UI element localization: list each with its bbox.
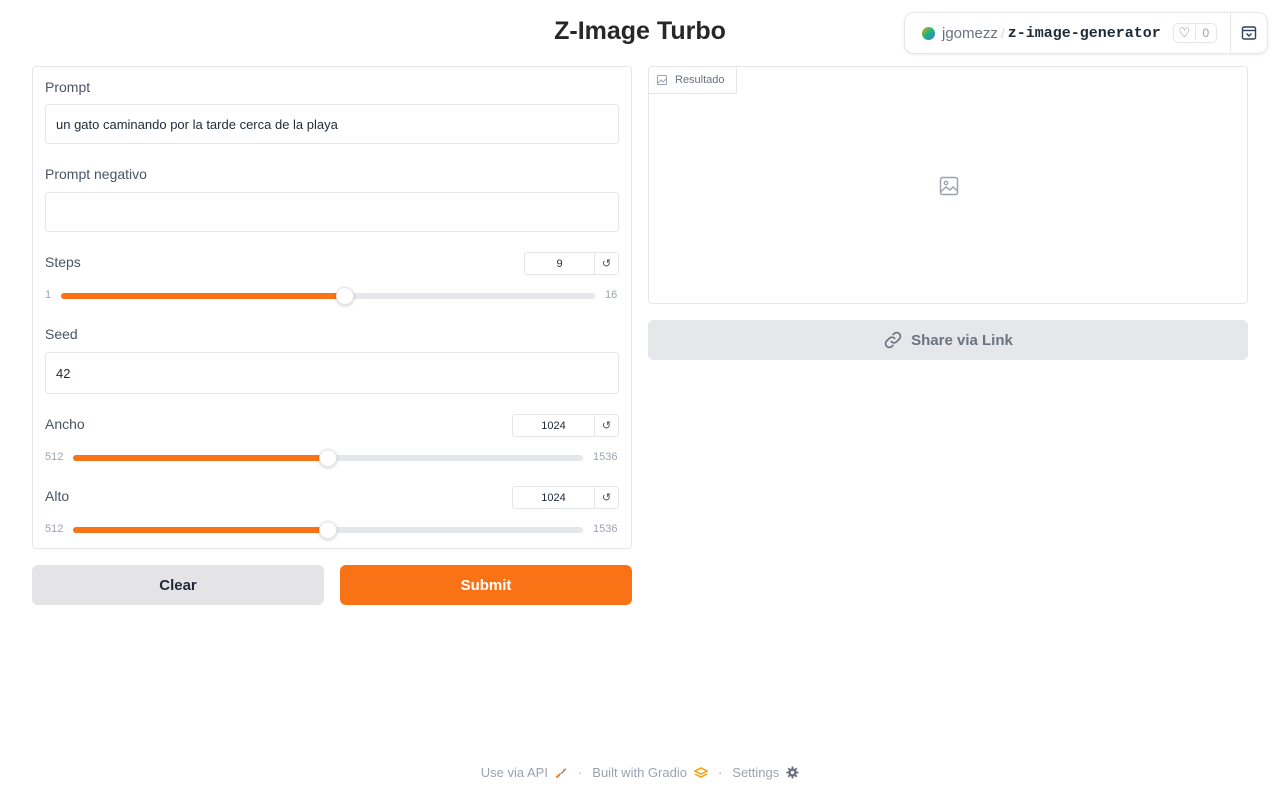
- height-slider-fill: [73, 527, 328, 533]
- gradio-logo-icon: [693, 766, 708, 779]
- use-api-link[interactable]: Use via API: [481, 765, 548, 780]
- gear-icon: [786, 766, 799, 779]
- steps-slider-fill: [61, 293, 345, 299]
- result-panel: Resultado: [648, 66, 1248, 304]
- footer: Use via API · Built with Gradio · Settin…: [0, 765, 1280, 780]
- width-label: Ancho: [45, 416, 85, 432]
- built-with-gradio-link[interactable]: Built with Gradio: [592, 765, 687, 780]
- link-icon: [884, 331, 902, 349]
- height-number-input[interactable]: 1024 ↺: [512, 486, 619, 509]
- prompt-label: Prompt: [45, 79, 91, 95]
- height-min: 512: [45, 523, 64, 535]
- like-button[interactable]: ♡ 0: [1172, 23, 1217, 43]
- height-value: 1024: [541, 491, 566, 504]
- negative-prompt-label: Prompt negativo: [45, 166, 147, 182]
- footer-separator: ·: [577, 765, 583, 780]
- heart-icon: ♡: [1174, 25, 1196, 41]
- like-count: 0: [1202, 26, 1210, 40]
- space-repo-link[interactable]: z-image-generator: [1008, 25, 1161, 42]
- share-button[interactable]: Share via Link: [648, 320, 1248, 360]
- steps-max: 16: [605, 289, 618, 301]
- badge-divider: [1230, 13, 1231, 53]
- space-avatar: [922, 26, 935, 40]
- collapse-icon[interactable]: [1241, 25, 1257, 41]
- reset-icon[interactable]: ↺: [594, 415, 618, 436]
- width-slider[interactable]: [73, 449, 583, 467]
- share-label: Share via Link: [911, 331, 1013, 349]
- hf-space-badge: jgomezz / z-image-generator ♡ 0: [904, 12, 1268, 54]
- result-label: Resultado: [649, 67, 737, 94]
- steps-value: 9: [556, 257, 563, 270]
- clear-button[interactable]: Clear: [32, 565, 324, 605]
- width-number-input[interactable]: 1024 ↺: [512, 414, 619, 437]
- steps-slider[interactable]: [61, 287, 595, 305]
- negative-prompt-input[interactable]: [45, 192, 619, 232]
- steps-number-input[interactable]: 9 ↺: [524, 252, 619, 275]
- height-max: 1536: [593, 523, 618, 535]
- steps-min: 1: [45, 289, 52, 301]
- width-slider-thumb[interactable]: [319, 449, 337, 467]
- width-max: 1536: [593, 451, 618, 463]
- rocket-icon: [555, 766, 568, 779]
- reset-icon[interactable]: ↺: [594, 487, 618, 508]
- image-placeholder-icon: [939, 176, 959, 201]
- settings-link[interactable]: Settings: [732, 765, 779, 780]
- seed-label: Seed: [45, 326, 78, 342]
- reset-icon[interactable]: ↺: [594, 253, 618, 274]
- submit-button[interactable]: Submit: [340, 565, 632, 605]
- height-slider-thumb[interactable]: [319, 521, 337, 539]
- steps-slider-thumb[interactable]: [336, 287, 354, 305]
- footer-separator: ·: [717, 765, 723, 780]
- result-label-text: Resultado: [675, 74, 725, 86]
- steps-label: Steps: [45, 254, 81, 270]
- height-label: Alto: [45, 488, 70, 504]
- prompt-input[interactable]: un gato caminando por la tarde cerca de …: [45, 104, 619, 144]
- width-min: 512: [45, 451, 64, 463]
- image-icon: [657, 75, 667, 85]
- space-owner-link[interactable]: jgomezz: [942, 25, 998, 42]
- seed-input[interactable]: 42: [45, 352, 619, 394]
- width-value: 1024: [541, 419, 566, 432]
- height-slider[interactable]: [73, 521, 583, 539]
- space-separator: /: [1000, 25, 1005, 41]
- width-slider-fill: [73, 455, 328, 461]
- input-panel: Prompt un gato caminando por la tarde ce…: [32, 66, 632, 549]
